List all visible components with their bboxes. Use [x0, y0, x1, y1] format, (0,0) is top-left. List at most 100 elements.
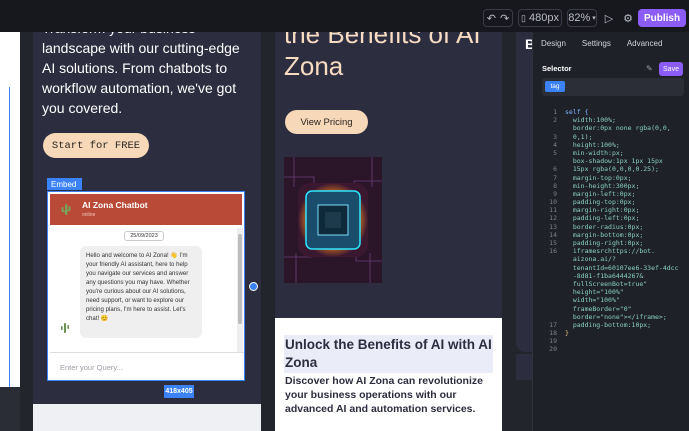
code-line[interactable]: border="none"></iframe>;	[565, 313, 687, 321]
line-number	[533, 157, 557, 165]
column-three-footer	[516, 354, 532, 380]
line-number: 1	[553, 108, 557, 116]
element-size-badge: 418x405	[164, 385, 194, 398]
benefits-headline[interactable]: the Benefits of AI Zona	[284, 32, 494, 82]
history-controls: ↶ ↷	[483, 9, 513, 27]
resize-handle[interactable]	[249, 282, 258, 291]
left-page-strip	[0, 32, 20, 431]
edit-pen-icon[interactable]: ✎	[646, 64, 653, 73]
code-line[interactable]: height:100%;	[565, 141, 687, 149]
chat-header: AI Zona Chatbot online	[50, 194, 242, 225]
line-number: 13	[549, 222, 557, 231]
line-number	[533, 296, 557, 304]
code-line[interactable]: self {	[565, 108, 687, 116]
code-line[interactable]: padding-bottom:10px;	[565, 321, 687, 329]
unlock-title[interactable]: Unlock the Benefits of AI with AI Zona	[285, 336, 493, 372]
line-number	[533, 313, 557, 321]
code-line[interactable]: width:100%;	[565, 116, 687, 124]
start-free-button[interactable]: Start for FREE	[43, 133, 149, 158]
code-line[interactable]: box-shadow:1px 1px 15px	[565, 157, 687, 165]
selector-tag-chip[interactable]: tag	[545, 81, 565, 92]
view-pricing-button[interactable]: View Pricing	[285, 110, 368, 134]
line-number: 10	[549, 198, 557, 207]
line-number: 8	[553, 181, 557, 190]
preview-button[interactable]: ▷	[601, 9, 617, 27]
gear-icon: ⚙	[623, 12, 633, 25]
unlock-description[interactable]: Discover how AI Zona can revolutionize y…	[285, 374, 495, 416]
hero-text[interactable]: Transform your business landscape with o…	[42, 32, 254, 118]
code-line[interactable]: border-radius:0px;	[565, 223, 687, 231]
line-number: 7	[553, 173, 557, 182]
line-number	[533, 264, 557, 272]
left-strip-footer	[0, 387, 20, 431]
tab-settings[interactable]: Settings	[574, 32, 619, 54]
code-line[interactable]: height="100%"	[565, 288, 687, 296]
code-line[interactable]: }	[565, 329, 687, 337]
code-line[interactable]: 0,1);	[565, 133, 687, 141]
line-number-gutter: 1 2 3 4 5 6 7 8 9 10 11 12 13 14 15 16 1…	[533, 108, 557, 354]
code-line[interactable]: margin-left:0px;	[565, 190, 687, 198]
code-line[interactable]: width="100%"	[565, 296, 687, 304]
code-line[interactable]: iframesrchttps://bot.	[565, 247, 687, 255]
line-number: 18	[549, 329, 557, 338]
mobile-device-icon: ▯	[521, 12, 526, 23]
line-number	[533, 272, 557, 280]
code-line[interactable]: 15px rgba(0,0,0,0.25);	[565, 165, 687, 173]
code-line[interactable]: frameBorder="0"	[565, 305, 687, 313]
save-button[interactable]: Save	[659, 62, 683, 76]
css-code-editor[interactable]: 1 2 3 4 5 6 7 8 9 10 11 12 13 14 15 16 1…	[533, 108, 689, 431]
line-number: 5	[553, 148, 557, 157]
device-width-select[interactable]: ▯ 480px	[518, 9, 562, 27]
undo-icon[interactable]: ↶	[487, 12, 496, 25]
line-number: 19	[549, 337, 557, 346]
chatbot-embed[interactable]: AI Zona Chatbot online 25/09/2023 Hello …	[47, 191, 245, 381]
chat-query-input[interactable]: Enter your Query...	[50, 352, 244, 380]
code-line[interactable]: -8d81-f1ba6444267&	[565, 272, 687, 280]
top-toolbar: ↶ ↷ ▯ 480px 82% ▾ ▷ ⚙ Publish	[0, 0, 689, 32]
publish-button[interactable]: Publish	[638, 9, 686, 27]
column-benefits[interactable]: the Benefits of AI Zona View Pricing Unl…	[275, 32, 502, 431]
play-icon: ▷	[604, 12, 614, 25]
line-number: 2	[553, 116, 557, 125]
zoom-select[interactable]: 82% ▾	[567, 9, 597, 27]
line-number	[533, 305, 557, 313]
code-line[interactable]: margin-top:0px;	[565, 174, 687, 182]
line-number	[533, 280, 557, 288]
redo-icon[interactable]: ↷	[500, 12, 509, 25]
code-line[interactable]: margin-bottom:0px;	[565, 231, 687, 239]
chat-scrollbar[interactable]	[237, 228, 243, 352]
embed-label[interactable]: Embed	[47, 178, 82, 190]
tab-design[interactable]: Design	[533, 32, 574, 54]
editor-canvas: Transform your business landscape with o…	[0, 32, 532, 431]
code-lines[interactable]: self { width:100%; border:0px none rgba(…	[565, 108, 687, 354]
code-line[interactable]: fullScreenBot=true"	[565, 280, 687, 288]
ai-chip-image[interactable]	[284, 157, 382, 283]
code-line[interactable]: padding-top:0px;	[565, 198, 687, 206]
code-line[interactable]: margin-right:0px;	[565, 206, 687, 214]
code-line[interactable]: border:0px none rgba(0,0,	[565, 124, 687, 132]
code-line[interactable]	[565, 345, 687, 353]
line-number: 14	[549, 230, 557, 239]
line-number: 9	[553, 189, 557, 198]
line-number: 11	[549, 206, 557, 215]
device-width-label: 480px	[528, 12, 559, 24]
column-chat[interactable]: Transform your business landscape with o…	[33, 32, 261, 431]
code-line[interactable]: tenantId=60107ee6-33ef-4dcc	[565, 264, 687, 272]
chat-message: Hello and welcome to AI Zona! 👋 I'm your…	[80, 246, 202, 338]
code-line[interactable]: padding-left:0px;	[565, 214, 687, 222]
code-line[interactable]: aizona.ai/?	[565, 255, 687, 263]
unlock-section: Unlock the Benefits of AI with AI Zona D…	[275, 318, 502, 431]
settings-button[interactable]: ⚙	[620, 9, 636, 27]
line-number: 4	[553, 140, 557, 149]
scrollbar-thumb[interactable]	[238, 234, 242, 324]
line-number: 12	[549, 214, 557, 223]
undo-redo-group[interactable]: ↶ ↷	[483, 9, 513, 27]
code-line[interactable]: min-width:px;	[565, 149, 687, 157]
column-three[interactable]	[516, 32, 532, 352]
code-line[interactable]: min-height:300px;	[565, 182, 687, 190]
selector-label: Selector	[542, 64, 572, 73]
code-line[interactable]	[565, 337, 687, 345]
code-line[interactable]: padding-right:0px;	[565, 239, 687, 247]
selector-field[interactable]: tag	[542, 78, 684, 96]
tab-advanced[interactable]: Advanced	[619, 32, 671, 54]
